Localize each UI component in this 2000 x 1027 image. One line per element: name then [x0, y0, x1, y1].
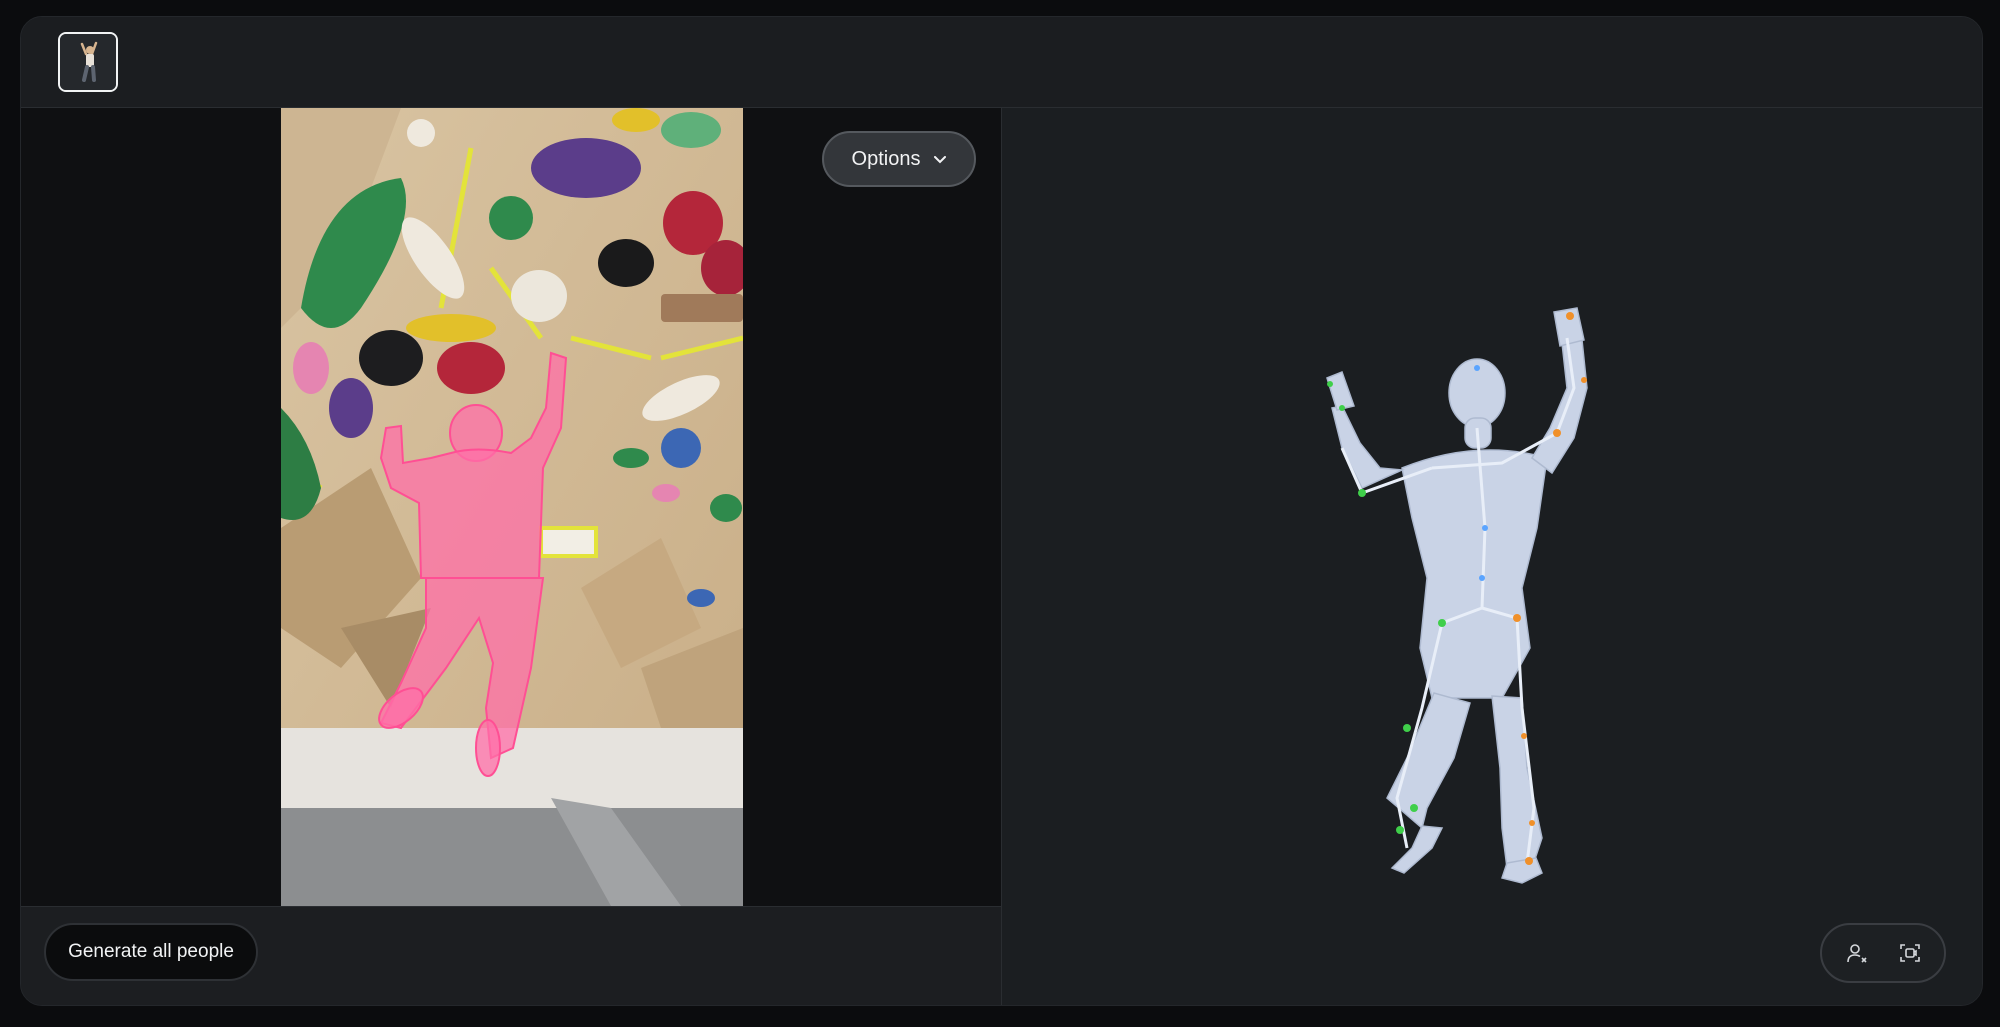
options-dropdown[interactable]: Options — [822, 131, 976, 187]
model-toolbar — [1820, 923, 1946, 983]
climbing-wall-image — [281, 108, 743, 906]
generate-all-people-button[interactable]: Generate all people — [44, 923, 258, 981]
climbing-photo[interactable] — [281, 108, 743, 906]
3d-model-viewer[interactable] — [1001, 108, 1982, 1005]
chevron-down-icon — [934, 151, 947, 167]
body-mesh-render — [1326, 307, 1588, 884]
person-thumbnail[interactable] — [58, 32, 118, 92]
person-thumbnail-icon — [60, 34, 116, 90]
app-window: Options Generate all people — [20, 16, 1983, 1006]
person-remove-icon[interactable] — [1842, 938, 1872, 968]
fit-to-view-icon[interactable] — [1895, 938, 1925, 968]
image-viewer — [21, 108, 1001, 906]
bottom-bar: Generate all people — [21, 906, 1001, 1005]
options-label: Options — [851, 147, 921, 170]
top-bar — [21, 17, 1982, 108]
